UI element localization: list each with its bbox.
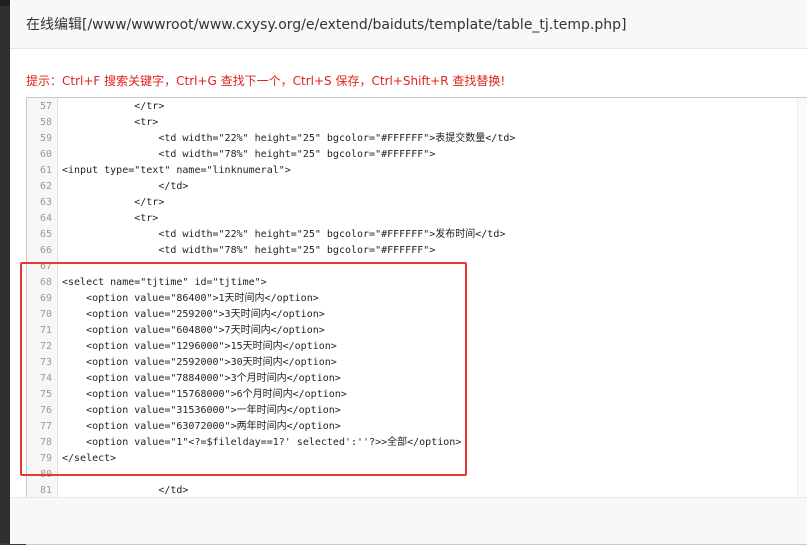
line-number: 73 [39, 357, 52, 368]
code-line[interactable]: 75 <option value="15768000">6个月时间内</opti… [27, 387, 807, 403]
line-number: 78 [39, 437, 52, 448]
line-code-text: <option value="259200">3天时间内</option> [62, 309, 325, 320]
code-line[interactable]: 59 <td width="22%" height="25" bgcolor="… [27, 131, 807, 147]
line-number: 72 [39, 341, 52, 352]
code-line[interactable]: 79 </select> [27, 451, 807, 467]
code-line[interactable]: 58 <tr> [27, 115, 807, 131]
line-code-text: </tr> [62, 197, 165, 208]
code-line[interactable]: 78 <option value="1"<?=$filelday==1?' se… [27, 435, 807, 451]
code-line[interactable]: 57 </tr> [27, 99, 807, 115]
line-number: 79 [39, 453, 52, 464]
line-number: 65 [39, 229, 52, 240]
code-line[interactable]: 65 <td width="22%" height="25" bgcolor="… [27, 227, 807, 243]
code-line[interactable]: 62 </td> [27, 179, 807, 195]
line-code-text: </select> [62, 453, 117, 464]
line-number: 80 [39, 469, 52, 480]
line-number: 76 [39, 405, 52, 416]
line-code-text: <tr> [62, 213, 159, 224]
line-code-text: <input type="text" name="linknumeral"> [62, 165, 291, 176]
line-number: 75 [39, 389, 52, 400]
dialog-body: 提示：Ctrl+F 搜索关键字，Ctrl+G 查找下一个，Ctrl+S 保存，C… [10, 49, 807, 545]
line-number: 69 [39, 293, 52, 304]
code-line[interactable]: 63 </tr> [27, 195, 807, 211]
line-code-text: <tr> [62, 117, 159, 128]
code-line[interactable]: 66 <td width="78%" height="25" bgcolor="… [27, 243, 807, 259]
line-code-text: <option value="63072000">两年时间内</option> [62, 421, 341, 432]
line-number: 66 [39, 245, 52, 256]
line-code-text: <option value="604800">7天时间内</option> [62, 325, 325, 336]
line-number: 64 [39, 213, 52, 224]
line-code-text: <option value="15768000">6个月时间内</option> [62, 389, 347, 400]
line-number: 58 [39, 117, 52, 128]
line-number: 62 [39, 181, 52, 192]
line-code-text: <option value="7884000">3个月时间内</option> [62, 373, 341, 384]
line-code-text: <select name="tjtime" id="tjtime"> [62, 277, 267, 288]
line-code-text: <td width="78%" height="25" bgcolor="#FF… [62, 149, 436, 160]
code-line[interactable]: 76 <option value="31536000">一年时间内</optio… [27, 403, 807, 419]
line-code-text: <option value="86400">1天时间内</option> [62, 293, 319, 304]
line-code-text: <td width="78%" height="25" bgcolor="#FF… [62, 245, 436, 256]
code-line[interactable]: 71 <option value="604800">7天时间内</option> [27, 323, 807, 339]
code-line[interactable]: 70 <option value="259200">3天时间内</option> [27, 307, 807, 323]
line-number: 63 [39, 197, 52, 208]
line-number: 57 [39, 101, 52, 112]
line-code-text: <td width="22%" height="25" bgcolor="#FF… [62, 133, 516, 144]
line-code-text: <option value="1"<?=$filelday==1?' selec… [62, 437, 462, 448]
line-number: 68 [39, 277, 52, 288]
code-line[interactable]: 61 <input type="text" name="linknumeral"> [27, 163, 807, 179]
line-number: 70 [39, 309, 52, 320]
line-code-text: <td width="22%" height="25" bgcolor="#FF… [62, 229, 506, 240]
dialog-footer [10, 497, 807, 544]
code-line[interactable]: 80 [27, 467, 807, 483]
line-code-text: <option value="1296000">15天时间内</option> [62, 341, 337, 352]
code-line[interactable]: 73 <option value="2592000">30天时间内</optio… [27, 355, 807, 371]
code-line[interactable]: 72 <option value="1296000">15天时间内</optio… [27, 339, 807, 355]
line-code-text: </td> [62, 181, 189, 192]
editor-scrollbar[interactable] [797, 98, 807, 544]
shortcut-hint: 提示：Ctrl+F 搜索关键字，Ctrl+G 查找下一个，Ctrl+S 保存，C… [26, 74, 506, 88]
dialog-title: 在线编辑[/www/wwwroot/www.cxysy.org/e/extend… [26, 17, 627, 33]
line-number: 60 [39, 149, 52, 160]
code-line[interactable]: 60 <td width="78%" height="25" bgcolor="… [27, 147, 807, 163]
code-line[interactable]: 68 <select name="tjtime" id="tjtime"> [27, 275, 807, 291]
code-line[interactable]: 74 <option value="7884000">3个月时间内</optio… [27, 371, 807, 387]
line-code-text: <option value="31536000">一年时间内</option> [62, 405, 341, 416]
line-code-text: <option value="2592000">30天时间内</option> [62, 357, 337, 368]
line-number: 67 [39, 261, 52, 272]
code-line[interactable]: 64 <tr> [27, 211, 807, 227]
line-number: 61 [39, 165, 52, 176]
line-number: 77 [39, 421, 52, 432]
line-number: 59 [39, 133, 52, 144]
dialog-title-bar[interactable]: 在线编辑[/www/wwwroot/www.cxysy.org/e/extend… [10, 0, 807, 49]
code-line[interactable]: 67 [27, 259, 807, 275]
online-edit-dialog: 在线编辑[/www/wwwroot/www.cxysy.org/e/extend… [10, 0, 807, 545]
code-line[interactable]: 69 <option value="86400">1天时间内</option> [27, 291, 807, 307]
line-number: 74 [39, 373, 52, 384]
line-number: 71 [39, 325, 52, 336]
code-editor[interactable]: 57 </tr> 58 <tr> 59 <td width="22%" height… [26, 97, 807, 545]
code-line[interactable]: 77 <option value="63072000">两年时间内</optio… [27, 419, 807, 435]
line-code-text: </tr> [62, 101, 165, 112]
